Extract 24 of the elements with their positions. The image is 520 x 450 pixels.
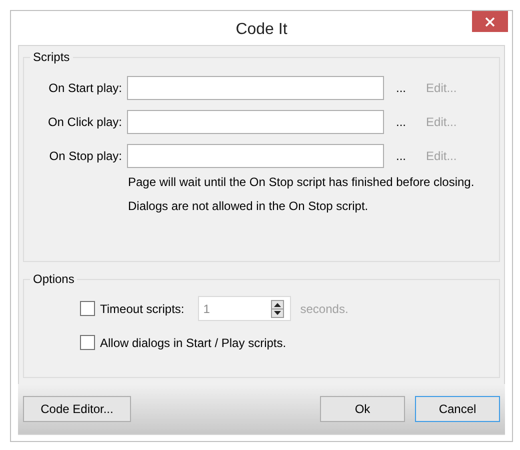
checkbox-label: Timeout scripts: (100, 302, 184, 316)
note-text: Page will wait until the On Stop script has finished before closing. (128, 174, 476, 190)
dialog-button[interactable]: Cancel (415, 396, 500, 422)
group-title: Options (32, 272, 76, 286)
field-label: On Start play: (48, 81, 123, 95)
browse-button[interactable]: ... (394, 115, 408, 129)
script-field[interactable] (127, 110, 384, 134)
close-icon (485, 16, 495, 26)
field-label: On Stop play: (48, 149, 123, 163)
dialog-button[interactable]: Ok (320, 396, 405, 422)
group-title: Scripts (32, 50, 71, 64)
spin-arrows-icon (271, 300, 284, 318)
window-title: Code It (236, 21, 288, 39)
browse-button[interactable]: ... (394, 149, 408, 163)
browse-button[interactable]: ... (394, 81, 408, 95)
script-field[interactable] (127, 144, 384, 168)
close-button[interactable] (472, 11, 508, 32)
field-label: On Click play: (46, 115, 123, 129)
unit-label: seconds. (300, 302, 348, 316)
dialog-button[interactable]: Code Editor... (23, 396, 131, 422)
checkbox-label: Allow dialogs in Start / Play scripts. (100, 336, 286, 350)
checkbox[interactable] (80, 335, 95, 350)
script-field[interactable] (127, 76, 384, 100)
note-text: Dialogs are not allowed in the On Stop script. (128, 198, 370, 214)
